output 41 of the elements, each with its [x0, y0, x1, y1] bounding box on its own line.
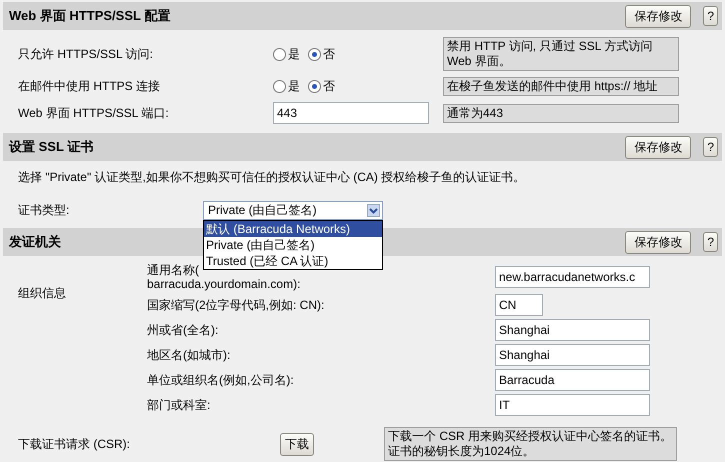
field-label: 下载证书请求 (CSR):: [17, 436, 131, 452]
text-input[interactable]: IT: [495, 394, 650, 416]
field-label: 在邮件中使用 HTTPS 连接: [17, 78, 162, 95]
field-label: 州或省(全名):: [147, 323, 220, 337]
help-note: 下载一个 CSR 用来购买经授权认证中心签名的证书。证书的秘钥长度为1024位。: [384, 427, 677, 461]
dropdown-option[interactable]: Private (由自己签名): [204, 237, 382, 253]
port-input[interactable]: 443: [273, 102, 429, 124]
radio-option[interactable]: 否: [308, 78, 335, 95]
field-label: 部门或科室:: [147, 398, 212, 412]
help-button[interactable]: ?: [703, 6, 718, 26]
text-input[interactable]: Barracuda: [495, 369, 650, 391]
radio-option[interactable]: 是: [273, 46, 300, 62]
field-label: 地区名(如城市):: [147, 348, 232, 362]
description-text: 选择 "Private" 认证类型,如果你不想购买可信任的授权认证中心 (CA) 授权给梭子鱼的认证证书。: [18, 169, 526, 186]
certificate-type-select[interactable]: Private (由自己签名): [203, 201, 383, 220]
dropdown-option[interactable]: 默认 (Barracuda Networks): [204, 221, 382, 237]
text-input[interactable]: Shanghai: [495, 344, 650, 366]
save-button[interactable]: 保存修改: [625, 230, 692, 254]
text-input[interactable]: Shanghai: [495, 319, 650, 341]
help-note: 通常为443: [443, 104, 679, 122]
help-note: 禁用 HTTP 访问, 只通过 SSL 方式访问 Web 界面。: [443, 37, 679, 71]
dropdown-option[interactable]: Trusted (已经 CA 认证): [204, 253, 382, 269]
help-button[interactable]: ?: [703, 232, 718, 252]
save-button[interactable]: 保存修改: [625, 136, 692, 158]
field-label: 证书类型:: [17, 202, 70, 219]
radio-option[interactable]: 是: [273, 78, 300, 95]
save-button[interactable]: 保存修改: [625, 4, 692, 28]
field-label: 只允许 HTTPS/SSL 访问:: [17, 46, 154, 62]
radio-option[interactable]: 否: [308, 46, 335, 62]
help-note: 在梭子鱼发送的邮件中使用 https:// 地址: [443, 77, 679, 96]
section-title: 设置 SSL 证书: [9, 138, 94, 156]
field-label: 国家缩写(2位字母代码,例如: CN):: [147, 298, 326, 312]
group-label: 组织信息: [17, 285, 67, 302]
text-input[interactable]: CN: [495, 294, 543, 316]
text-input[interactable]: new.barracudanetworks.c: [495, 266, 650, 288]
download-button[interactable]: 下载: [280, 432, 314, 456]
field-label: 单位或组织名(例如,公司名):: [147, 373, 295, 387]
section-title: Web 界面 HTTPS/SSL 配置: [9, 7, 170, 25]
section-title: 发证机关: [9, 233, 61, 251]
help-button[interactable]: ?: [703, 137, 718, 157]
field-label: Web 界面 HTTPS/SSL 端口:: [17, 104, 170, 122]
